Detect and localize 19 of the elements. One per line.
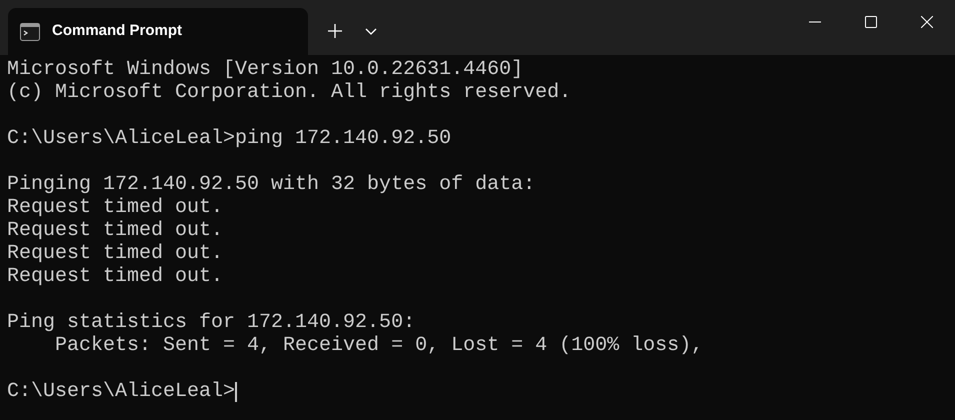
terminal-line: Pinging 172.140.92.50 with 32 bytes of data: — [7, 173, 536, 196]
terminal-line: C:\Users\AliceLeal> — [7, 380, 236, 403]
terminal-icon — [20, 22, 40, 40]
terminal-line: (c) Microsoft Corporation. All rights reserved. — [7, 81, 572, 104]
terminal-tab[interactable]: Command Prompt — [8, 8, 308, 55]
terminal-line: Packets: Sent = 4, Received = 0, Lost = 4 (100% loss), — [54, 334, 704, 357]
terminal-line: Request timed out. — [7, 265, 224, 288]
terminal-line: Request timed out. — [7, 196, 224, 219]
terminal-line: C:\Users\AliceLeal>ping 172.140.92.50 — [7, 127, 452, 150]
terminal-line: Microsoft Windows [Version 10.0.22631.4460] — [7, 58, 524, 81]
plus-icon — [328, 24, 342, 38]
close-icon — [921, 16, 933, 28]
maximize-icon — [865, 16, 877, 28]
terminal-line: Request timed out. — [7, 219, 224, 242]
terminal-line: Request timed out. — [7, 242, 224, 265]
tab-title: Command Prompt — [52, 21, 182, 42]
terminal-line: Ping statistics for 172.140.92.50: — [7, 311, 416, 334]
minimize-icon — [809, 21, 821, 23]
chevron-down-icon — [365, 28, 377, 34]
